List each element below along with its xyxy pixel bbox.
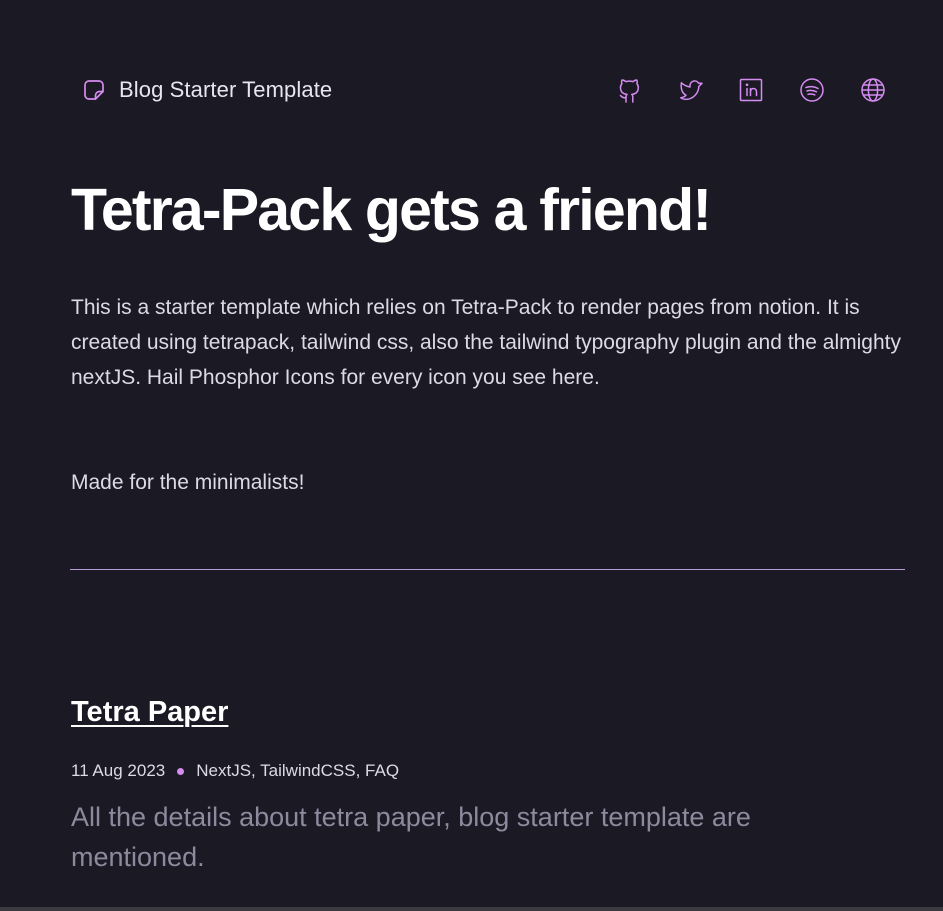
tagline: Made for the minimalists! (71, 471, 305, 494)
window-bottom-edge (0, 907, 943, 911)
meta-separator-dot (177, 767, 185, 775)
sticker-icon (82, 78, 106, 102)
post-title: Tetra Paper (71, 693, 228, 731)
spotify-icon (798, 76, 826, 104)
github-link[interactable] (614, 75, 644, 105)
page-title: Tetra-Pack gets a friend! (71, 177, 712, 243)
twitter-icon (676, 76, 704, 104)
globe-icon (859, 76, 887, 104)
twitter-link[interactable] (675, 75, 705, 105)
post-meta: 11 Aug 2023 NextJS, TailwindCSS, FAQ (71, 759, 399, 783)
intro-paragraph: This is a starter template which relies … (71, 296, 901, 389)
github-icon (615, 76, 643, 104)
linkedin-icon (737, 76, 765, 104)
post-date: 11 Aug 2023 (71, 761, 166, 780)
post-title-link[interactable]: Tetra Paper (71, 696, 228, 728)
website-link[interactable] (858, 75, 888, 105)
social-links (614, 75, 888, 105)
spotify-link[interactable] (797, 75, 827, 105)
brand-link[interactable]: Blog Starter Template (82, 77, 332, 103)
post-tags: NextJS, TailwindCSS, FAQ (196, 761, 400, 780)
post-excerpt: All the details about tetra paper, blog … (71, 802, 751, 872)
site-header: Blog Starter Template (82, 73, 888, 107)
brand-label: Blog Starter Template (119, 77, 333, 102)
linkedin-link[interactable] (736, 75, 766, 105)
section-divider (70, 569, 905, 570)
